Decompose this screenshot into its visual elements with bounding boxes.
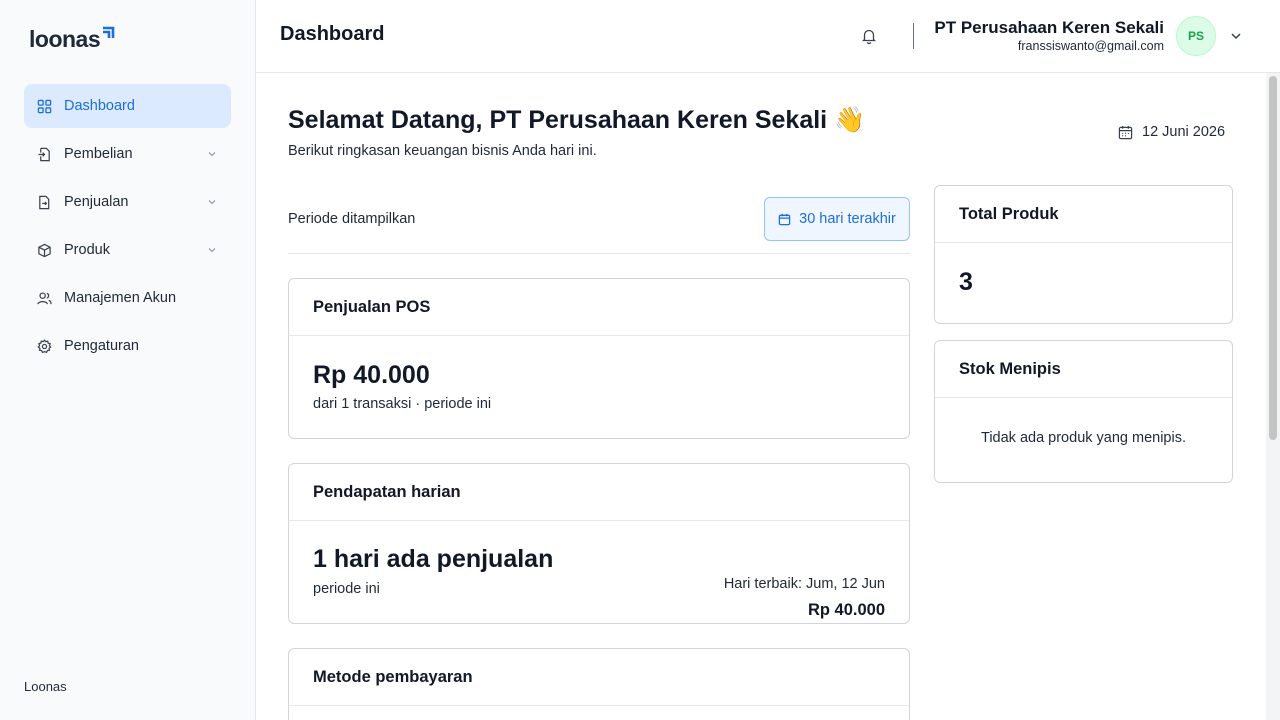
box-icon — [36, 242, 52, 258]
grid-icon — [36, 98, 52, 114]
logo-text: loonas — [29, 26, 101, 52]
sidebar-footer: Loonas — [24, 679, 67, 694]
welcome-subtitle: Berikut ringkasan keuangan bisnis Anda h… — [288, 143, 597, 159]
bell-icon[interactable] — [860, 27, 878, 45]
sidebar-item-label: Produk — [64, 242, 110, 258]
user-email: franssiswanto@gmail.com — [1017, 39, 1164, 53]
header-divider — [913, 23, 914, 49]
sidebar-item-label: Penjualan — [64, 194, 129, 210]
logo-arrow-icon — [103, 26, 115, 38]
sidebar-item-pengaturan[interactable]: Pengaturan — [24, 324, 231, 368]
file-import-icon — [36, 146, 52, 162]
calendar-icon — [778, 213, 791, 225]
pos-sales-value: Rp 40.000 — [313, 361, 430, 389]
card-title: Total Produk — [935, 186, 1232, 243]
sidebar-item-pembelian[interactable]: Pembelian — [24, 132, 231, 176]
best-day-label: Hari terbaik: Jum, 12 Jun — [723, 576, 885, 592]
gear-icon — [36, 338, 52, 354]
chevron-down-icon — [205, 195, 219, 209]
card-title: Stok Menipis — [935, 341, 1232, 398]
users-icon — [36, 290, 52, 306]
sidebar-item-produk[interactable]: Produk — [24, 228, 231, 272]
pos-sales-caption: dari 1 transaksi · periode ini — [313, 396, 492, 412]
total-products-card: Total Produk 3 — [934, 185, 1233, 324]
section-divider — [288, 253, 910, 254]
avatar[interactable]: PS — [1176, 16, 1216, 56]
period-filter-button[interactable]: 30 hari terakhir — [764, 197, 910, 241]
scrollbar-thumb[interactable] — [1269, 76, 1277, 440]
low-stock-card: Stok Menipis Tidak ada produk yang menip… — [934, 340, 1233, 483]
sidebar-item-penjualan[interactable]: Penjualan — [24, 180, 231, 224]
date-text: 12 Juni 2026 — [1142, 124, 1226, 140]
logo[interactable]: loonas — [29, 25, 115, 53]
period-label: Periode ditampilkan — [288, 211, 416, 227]
sidebar-item-manajemen-akun[interactable]: Manajemen Akun — [24, 276, 231, 320]
chevron-down-icon — [205, 243, 219, 257]
card-title: Pendapatan harian — [289, 464, 909, 521]
page-title: Dashboard — [280, 23, 385, 45]
chevron-down-icon[interactable] — [1229, 29, 1243, 43]
chevron-down-icon — [205, 147, 219, 161]
topbar: Dashboard PT Perusahaan Keren Sekali fra… — [256, 0, 1280, 73]
current-date: 12 Juni 2026 — [1118, 124, 1225, 140]
vertical-scrollbar[interactable] — [1266, 73, 1280, 720]
total-products-value: 3 — [959, 268, 973, 296]
payment-methods-card: Metode pembayaran — [288, 648, 910, 720]
period-filter-label: 30 hari terakhir — [799, 211, 896, 227]
sidebar: loonas Dashboard Pembelian Penjualan Pro… — [0, 0, 256, 720]
best-day-value: Rp 40.000 — [807, 601, 885, 619]
sidebar-item-label: Manajemen Akun — [64, 290, 177, 306]
file-export-icon — [36, 194, 52, 210]
sidebar-item-dashboard[interactable]: Dashboard — [24, 84, 231, 128]
card-title: Metode pembayaran — [289, 649, 909, 706]
user-name[interactable]: PT Perusahaan Keren Sekali — [934, 18, 1164, 38]
daily-revenue-value: 1 hari ada penjualan — [313, 545, 554, 573]
welcome-heading: Selamat Datang, PT Perusahaan Keren Seka… — [288, 106, 866, 134]
card-title: Penjualan POS — [289, 279, 909, 336]
sidebar-item-label: Pembelian — [64, 146, 133, 162]
daily-revenue-card: Pendapatan harian 1 hari ada penjualan p… — [288, 463, 910, 624]
low-stock-empty-text: Tidak ada produk yang menipis. — [981, 430, 1186, 446]
pos-sales-card: Penjualan POS Rp 40.000 dari 1 transaksi… — [288, 278, 910, 439]
sidebar-item-label: Pengaturan — [64, 338, 139, 354]
sidebar-nav: Dashboard Pembelian Penjualan Produk Man… — [24, 84, 231, 372]
calendar-icon — [1118, 125, 1133, 139]
sidebar-item-label: Dashboard — [64, 98, 135, 114]
